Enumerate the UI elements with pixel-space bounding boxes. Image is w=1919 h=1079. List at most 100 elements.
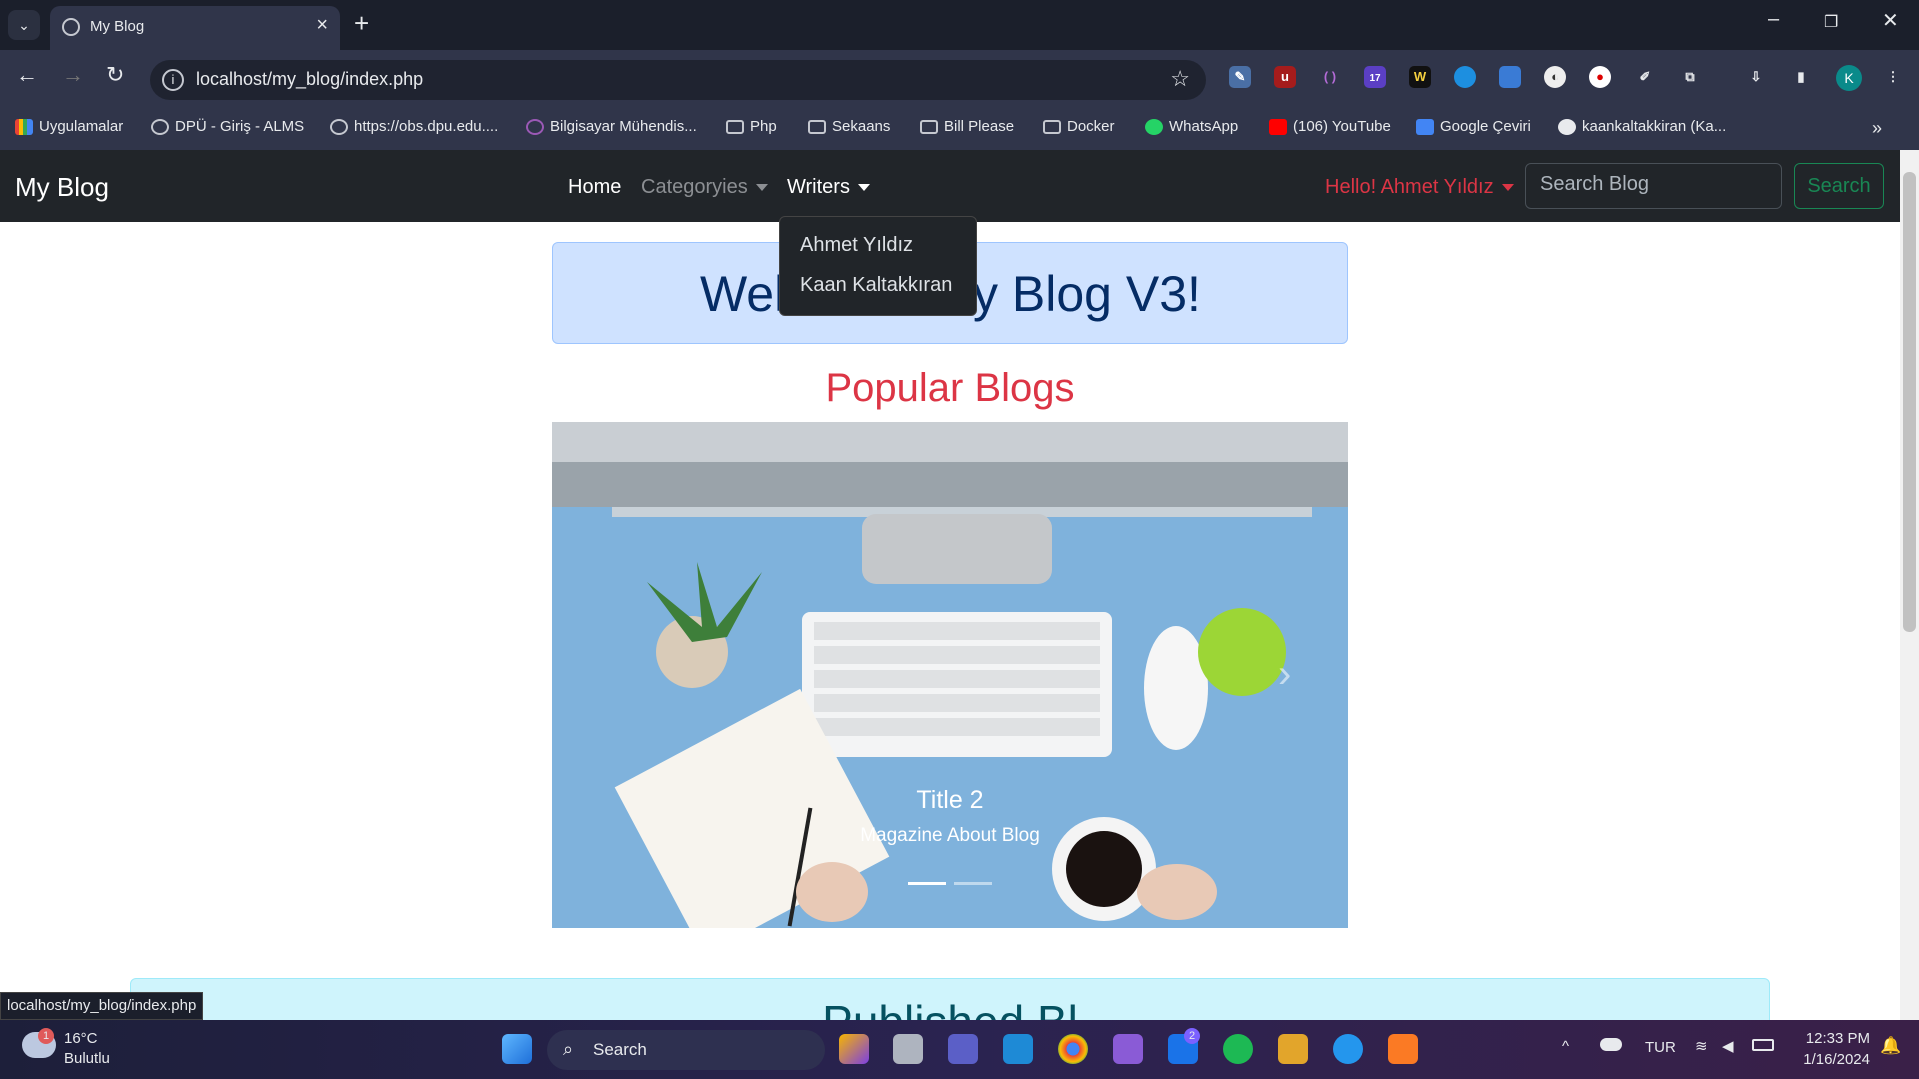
profile-avatar[interactable]: K (1836, 65, 1862, 91)
bookmark-youtube[interactable]: (106) YouTube (1269, 118, 1391, 135)
notification-bell-icon[interactable]: 🔔 (1880, 1036, 1901, 1056)
site-info-icon[interactable]: i (162, 69, 184, 91)
windows-start-icon[interactable] (502, 1034, 532, 1064)
file-explorer-icon[interactable] (893, 1034, 923, 1064)
back-arrow-icon[interactable]: ← (16, 62, 38, 88)
side-panel-icon[interactable]: ▮ (1790, 66, 1812, 88)
carousel-next-icon[interactable]: › (1278, 652, 1291, 697)
browser-toolbar: ← → ↻ i localhost/my_blog/index.php ☆ ✎ … (0, 50, 1919, 108)
extension-badge-count: 17 (1369, 73, 1381, 84)
extensions-puzzle-icon[interactable]: ⧉ (1679, 66, 1701, 88)
bookmark-folder-bill-please[interactable]: Bill Please (920, 118, 1014, 135)
carousel-indicator[interactable] (908, 882, 946, 885)
clock-time[interactable]: 12:33 PM (1800, 1030, 1870, 1047)
battery-icon[interactable] (1752, 1039, 1774, 1051)
github-icon (1558, 118, 1576, 135)
chevron-down-icon (1501, 184, 1514, 192)
bookmark-star-icon[interactable]: ☆ (1170, 66, 1190, 92)
bookmark-folder-sekaans[interactable]: Sekaans (808, 118, 890, 135)
bookmark-folder-docker[interactable]: Docker (1043, 118, 1115, 135)
minimize-icon[interactable]: – (1768, 8, 1779, 31)
chrome-icon[interactable] (1058, 1034, 1088, 1064)
apps-grid-icon (15, 118, 33, 135)
blog-search-input[interactable]: Search Blog (1525, 163, 1782, 209)
popular-heading: Popular Blogs (825, 366, 1075, 410)
docker-icon[interactable] (1333, 1034, 1363, 1064)
teams-icon[interactable] (948, 1034, 978, 1064)
search-button[interactable]: Search (1794, 163, 1884, 209)
restore-icon[interactable]: ❐ (1824, 12, 1838, 32)
close-window-icon[interactable]: ✕ (1882, 8, 1899, 33)
download-icon[interactable]: ⇩ (1745, 66, 1767, 88)
writer-item[interactable]: Ahmet Yıldız (800, 234, 913, 257)
close-tab-icon[interactable]: × (316, 14, 328, 37)
tab-search-chevron-icon[interactable]: ⌄ (8, 10, 40, 40)
page-scrollbar[interactable] (1900, 150, 1919, 1020)
extension-doc-icon[interactable] (1499, 66, 1521, 88)
youtube-icon (1269, 118, 1287, 135)
vscode-icon[interactable] (1003, 1034, 1033, 1064)
spotify-icon[interactable] (1223, 1034, 1253, 1064)
visual-studio-icon[interactable] (1113, 1034, 1143, 1064)
bookmark-whatsapp[interactable]: WhatsApp (1145, 118, 1238, 135)
new-tab-plus-icon[interactable]: + (354, 8, 369, 39)
taskbar-search[interactable]: ⌕ Search (547, 1030, 825, 1070)
taskbar-search-label: Search (593, 1040, 647, 1059)
address-bar[interactable]: i localhost/my_blog/index.php ☆ (150, 60, 1206, 100)
snipping-tool-icon[interactable] (1278, 1034, 1308, 1064)
bookmark-alms[interactable]: DPÜ - Giriş - ALMS (151, 118, 304, 135)
folder-icon (726, 119, 744, 134)
folder-icon (920, 119, 938, 134)
nav-user-menu[interactable]: Hello! Ahmet Yıldız (1325, 176, 1514, 199)
extension-record-icon[interactable]: ● (1589, 66, 1611, 88)
extension-brackets-icon[interactable]: ( ) (1319, 66, 1341, 88)
status-bar-url: localhost/my_blog/index.php (0, 992, 204, 1020)
scrollbar-thumb[interactable] (1903, 172, 1916, 632)
extension-badge-icon[interactable]: 17 (1364, 66, 1386, 88)
chevron-down-icon (857, 184, 870, 192)
nav-writers[interactable]: Writers (787, 176, 870, 199)
chevron-down-icon (755, 184, 768, 192)
bookmark-folder-php[interactable]: Php (726, 118, 777, 135)
clock-date[interactable]: 1/16/2024 (1790, 1051, 1870, 1068)
carousel-indicator[interactable] (954, 882, 992, 885)
extension-w-icon[interactable]: W (1409, 66, 1431, 88)
nav-home[interactable]: Home (568, 176, 621, 199)
reload-icon[interactable]: ↻ (106, 62, 124, 88)
popular-carousel[interactable]: › Title 2 Magazine About Blog (552, 422, 1348, 928)
bookmark-github[interactable]: kaankaltakkiran (Ka... (1558, 118, 1726, 135)
weather-badge: 1 (38, 1028, 54, 1044)
bookmark-apps[interactable]: Uygulamalar (15, 118, 123, 135)
onedrive-cloud-icon[interactable] (1600, 1038, 1622, 1051)
page-viewport: My Blog Home Categoryies Writers Hello! … (0, 150, 1900, 1020)
extension-edge-icon[interactable] (1454, 66, 1476, 88)
nav-categories[interactable]: Categoryies (641, 176, 768, 199)
ublock-icon[interactable]: u (1274, 66, 1296, 88)
volume-icon[interactable]: ◀ (1722, 1037, 1734, 1055)
weather-temp[interactable]: 16°C (64, 1030, 98, 1047)
weather-desc[interactable]: Bulutlu (64, 1050, 110, 1067)
chevron-up-icon[interactable]: ^ (1562, 1038, 1569, 1055)
browser-tab[interactable]: My Blog × (50, 6, 340, 50)
carousel-caption: Magazine About Blog (860, 825, 1040, 846)
bookmark-google-translate[interactable]: Google Çeviri (1416, 118, 1531, 135)
xampp-icon[interactable] (1388, 1034, 1418, 1064)
menu-kebab-icon[interactable]: ⋮ (1882, 66, 1904, 88)
wifi-icon[interactable]: ≋ (1695, 1037, 1708, 1055)
bookmarks-overflow-icon[interactable]: » (1872, 118, 1882, 139)
microsoft-365-icon[interactable] (839, 1034, 869, 1064)
whatsapp-icon (1145, 118, 1163, 135)
tab-title: My Blog (90, 18, 145, 35)
extension-pen-icon[interactable]: ✎ (1229, 66, 1251, 88)
writer-item[interactable]: Kaan Kaltakkıran (800, 274, 952, 297)
forward-arrow-icon[interactable]: → (62, 62, 84, 88)
bookmark-bilgisayar[interactable]: Bilgisayar Mühendis... (526, 118, 697, 135)
bookmarks-bar: Uygulamalar DPÜ - Giriş - ALMS https://o… (0, 108, 1919, 150)
site-brand[interactable]: My Blog (15, 172, 109, 203)
language-indicator[interactable]: TUR (1645, 1039, 1676, 1056)
bookmark-obs[interactable]: https://obs.dpu.edu.... (330, 118, 498, 135)
eyedropper-icon[interactable]: ✐ (1634, 66, 1656, 88)
extension-circle-icon[interactable]: ◐ (1544, 66, 1566, 88)
mail-badge: 2 (1184, 1028, 1200, 1044)
carousel-slide-image (552, 422, 1348, 928)
